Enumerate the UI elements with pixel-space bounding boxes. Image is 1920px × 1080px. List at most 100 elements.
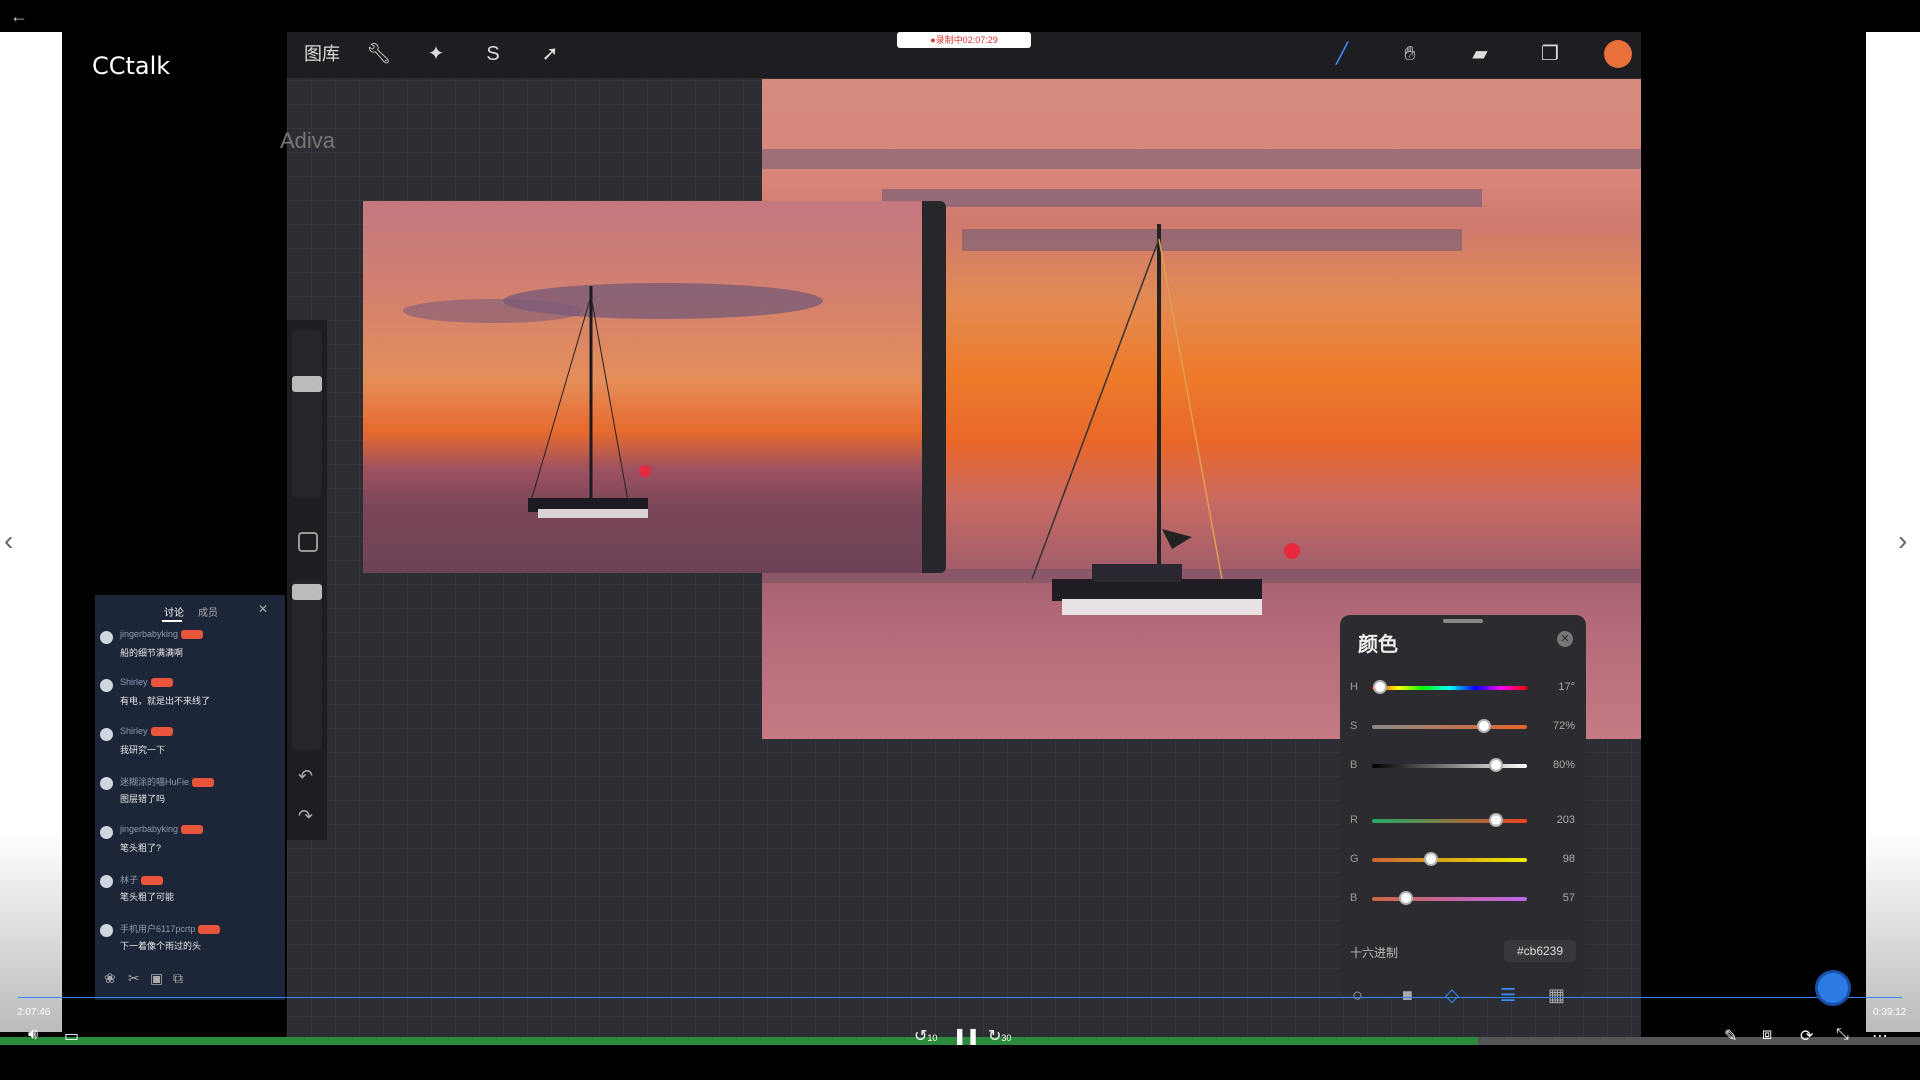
chat-text: 下一着像个雨过的头 xyxy=(120,941,202,951)
close-icon[interactable]: ✕ xyxy=(258,602,268,616)
harmony-mode-icon[interactable]: ◇ xyxy=(1445,985,1459,1006)
level-badge xyxy=(181,825,204,835)
mic-button[interactable] xyxy=(1815,970,1851,1006)
blue-value: 57 xyxy=(1562,892,1575,904)
slider-label-g: G xyxy=(1350,853,1359,865)
gallery-button[interactable]: 图库 xyxy=(300,38,344,70)
pen-icon[interactable]: ✎ xyxy=(1724,1026,1737,1046)
undo-icon[interactable]: ↶ xyxy=(298,766,313,787)
hue-knob[interactable] xyxy=(1372,680,1387,694)
pip-icon[interactable]: ⧈ xyxy=(1762,1026,1772,1044)
green-knob[interactable] xyxy=(1423,852,1438,866)
smudge-icon[interactable]: ✋︎ xyxy=(1393,38,1427,70)
screenshot-icon[interactable]: ⧉ xyxy=(173,970,183,987)
level-badge xyxy=(181,630,204,640)
chat-text: 船的细节满满啊 xyxy=(120,648,184,658)
volume-icon[interactable]: 🔊︎ xyxy=(28,1026,38,1044)
reference-sailboat-image xyxy=(403,283,823,518)
chat-text: 笔头粗了? xyxy=(120,843,162,853)
hue-slider[interactable] xyxy=(1372,686,1527,690)
saturation-value: 72% xyxy=(1552,720,1575,732)
chat-username: 林子 xyxy=(120,873,164,886)
avatar xyxy=(100,728,113,741)
level-badge xyxy=(198,925,221,935)
panel-grip[interactable] xyxy=(1443,619,1483,623)
red-slider[interactable] xyxy=(1372,819,1527,823)
image-icon[interactable]: ▣ xyxy=(150,970,163,987)
magic-wand-icon[interactable]: ✦ xyxy=(421,38,451,70)
red-value: 203 xyxy=(1556,814,1575,826)
red-knob[interactable] xyxy=(1489,813,1503,827)
redo-icon[interactable]: ↷ xyxy=(298,806,313,827)
hex-label: 十六进制 xyxy=(1350,946,1399,960)
wrench-icon[interactable]: 🔧︎ xyxy=(364,38,394,70)
blue-knob[interactable] xyxy=(1399,891,1414,905)
blue-slider[interactable] xyxy=(1372,897,1527,901)
exit-fullscreen-icon[interactable]: ⤡ xyxy=(1836,1026,1849,1044)
progress-fill xyxy=(0,1037,1479,1045)
brightness-knob[interactable] xyxy=(1489,758,1503,772)
chat-username: jingerbabyking xyxy=(120,629,204,640)
saturation-knob[interactable] xyxy=(1476,719,1491,733)
tab-members[interactable]: 成员 xyxy=(198,604,218,619)
avatar xyxy=(100,631,113,644)
chat-username: 手机用户6117pcrtp xyxy=(120,922,221,935)
layers-icon[interactable]: ❐ xyxy=(1533,38,1567,70)
saturation-slider[interactable] xyxy=(1372,725,1527,729)
reference-window-handle[interactable] xyxy=(922,201,946,573)
hue-value: 17° xyxy=(1558,681,1575,693)
time-total: 0:39:12 xyxy=(1873,1007,1907,1018)
chat-text: 图层错了吗 xyxy=(120,794,166,804)
brush-size-slider[interactable] xyxy=(292,330,322,498)
level-badge xyxy=(150,727,173,737)
watermark: Adiva xyxy=(280,128,336,153)
flower-icon[interactable]: ❀ xyxy=(104,970,116,987)
slider-label-b2: B xyxy=(1350,892,1358,904)
recording-badge: ●录制中02:07:29 xyxy=(897,32,1031,48)
avatar xyxy=(100,826,113,839)
hex-input[interactable]: #cb6239 xyxy=(1504,940,1576,962)
color-swatch-button[interactable] xyxy=(1604,40,1632,68)
back-arrow-icon[interactable]: ← xyxy=(10,4,34,28)
seek-line[interactable] xyxy=(18,997,1902,998)
transform-icon[interactable]: ➚ xyxy=(535,38,565,70)
speed-icon[interactable]: ⟳ xyxy=(1800,1026,1813,1046)
bottom-bar xyxy=(0,1045,1920,1080)
slider-label-r: R xyxy=(1350,814,1358,826)
chat-text: 我研究一下 xyxy=(120,745,166,755)
palette-mode-icon[interactable]: ▦ xyxy=(1548,985,1565,1006)
tab-underline xyxy=(162,620,182,622)
more-icon[interactable]: ⋯ xyxy=(1872,1026,1888,1046)
opacity-handle[interactable] xyxy=(292,584,322,600)
tab-discussion[interactable]: 讨论 xyxy=(164,604,184,619)
scissors-icon[interactable]: ✂ xyxy=(128,970,140,987)
selection-icon[interactable]: S xyxy=(478,38,508,70)
eraser-icon[interactable]: ▰ xyxy=(1463,38,1497,70)
color-panel-title: 颜色 xyxy=(1358,634,1398,656)
pause-icon[interactable]: ❚❚ xyxy=(953,1026,980,1046)
danmaku-icon[interactable]: ▭ xyxy=(64,1026,79,1046)
value-mode-icon[interactable]: ☰ xyxy=(1500,985,1516,1006)
green-slider[interactable] xyxy=(1372,858,1527,862)
level-badge xyxy=(141,876,164,886)
opacity-slider[interactable] xyxy=(292,580,322,750)
modify-button[interactable] xyxy=(298,532,318,552)
brand-logo: CCtalk xyxy=(92,52,171,80)
prev-arrow-icon[interactable]: ‹ xyxy=(4,525,13,557)
brightness-slider[interactable] xyxy=(1372,764,1527,768)
rewind-icon[interactable]: ↺10 xyxy=(914,1026,937,1046)
classic-mode-icon[interactable]: ■ xyxy=(1402,985,1413,1006)
disc-mode-icon[interactable]: ○ xyxy=(1352,985,1363,1006)
avatar xyxy=(100,924,113,937)
close-icon[interactable]: ✕ xyxy=(1557,631,1573,647)
chat-username: jingerbabyking xyxy=(120,824,204,835)
right-margin xyxy=(1866,32,1920,1032)
avatar xyxy=(100,679,113,692)
brush-size-handle[interactable] xyxy=(292,376,322,392)
forward-icon[interactable]: ↻30 xyxy=(988,1026,1011,1046)
slider-label-b: B xyxy=(1350,759,1358,771)
green-value: 98 xyxy=(1562,853,1575,865)
brush-icon[interactable]: ╱ xyxy=(1325,38,1359,70)
reference-photo[interactable] xyxy=(363,201,922,573)
next-arrow-icon[interactable]: › xyxy=(1898,525,1907,557)
